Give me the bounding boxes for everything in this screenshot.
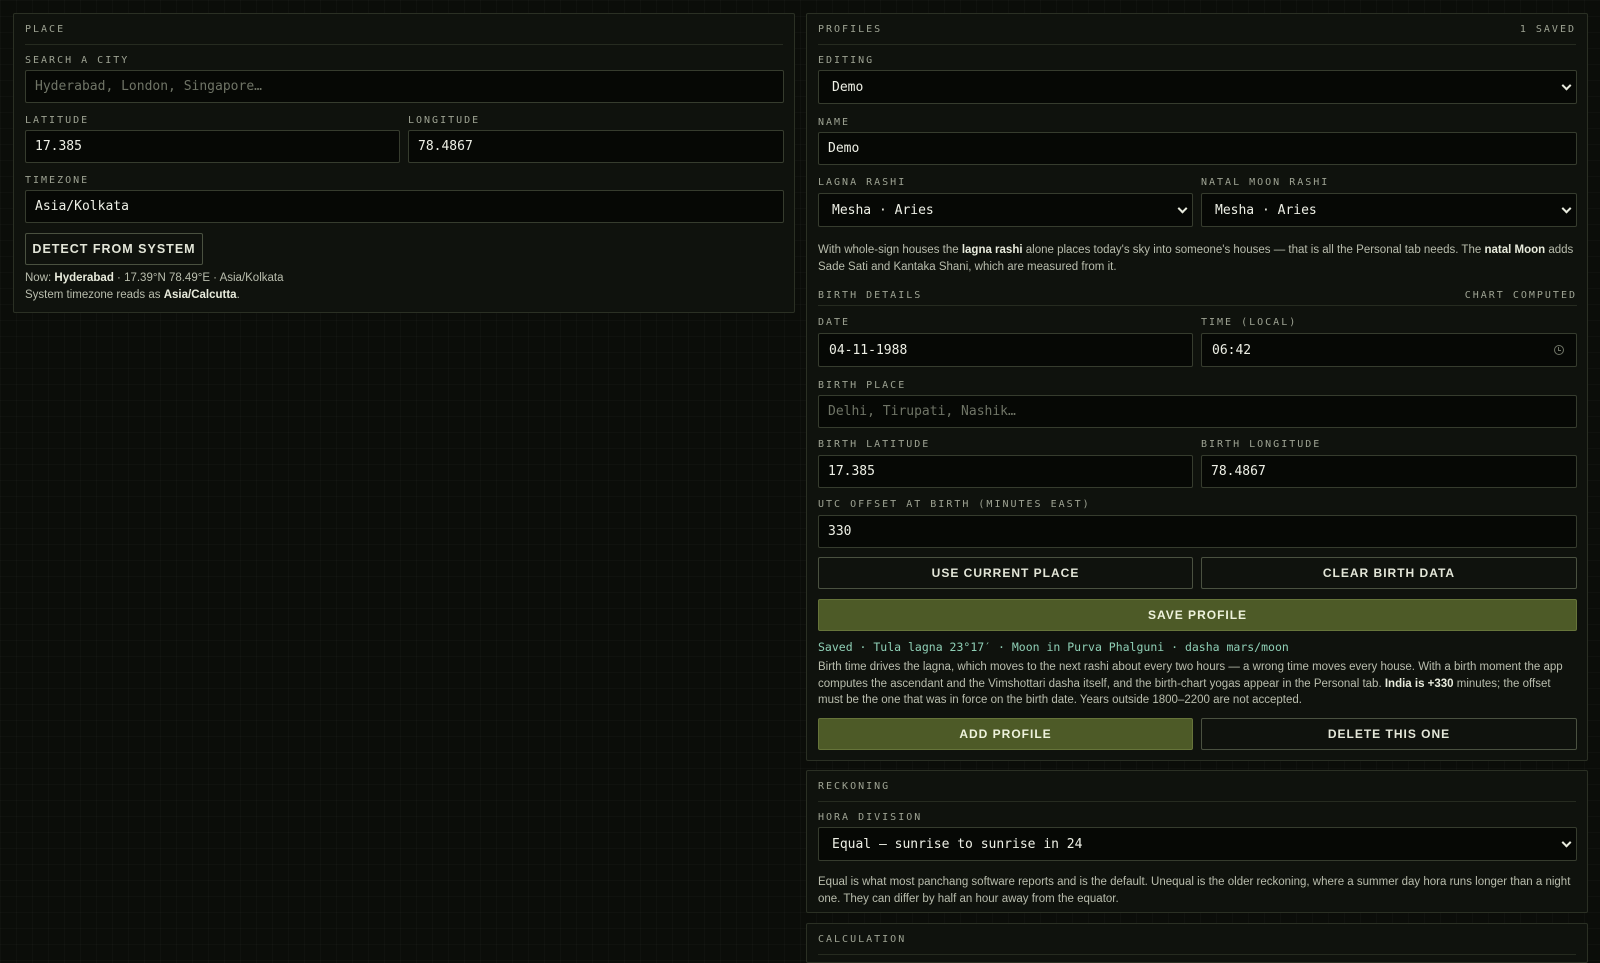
clear-birth-data-button[interactable]: CLEAR BIRTH DATA (1201, 557, 1577, 589)
lagna-rashi-label: LAGNA RASHI (818, 177, 907, 188)
utc-offset-input[interactable]: 330 (818, 515, 1577, 548)
chart-status: CHART COMPUTED (1464, 290, 1577, 301)
birth-longitude-input[interactable]: 78.4867 (1201, 455, 1577, 488)
natal-moon-rashi-value: Mesha · Aries (1215, 202, 1317, 218)
profiles-title: PROFILES (818, 23, 883, 35)
use-current-place-button[interactable]: USE CURRENT PLACE (818, 557, 1193, 589)
editing-label: EDITING (818, 55, 875, 66)
birth-latitude-input[interactable]: 17.385 (818, 455, 1193, 488)
save-profile-button[interactable]: SAVE PROFILE (818, 599, 1577, 631)
birth-details-title: BIRTH DETAILS (818, 290, 923, 301)
time-value: 06:42 (1212, 342, 1252, 358)
date-label: DATE (818, 317, 851, 328)
birth-latitude-label: BIRTH LATITUDE (818, 439, 931, 450)
hora-division-label: HORA DIVISION (818, 812, 923, 823)
natal-moon-rashi-select[interactable]: Mesha · Aries (1201, 193, 1577, 227)
delete-profile-button[interactable]: DELETE THIS ONE (1201, 718, 1577, 750)
longitude-label: LONGITUDE (408, 115, 481, 126)
latitude-label: LATITUDE (25, 115, 90, 126)
place-panel: PLACE SEARCH A CITY LATITUDE 17.385 LONG… (13, 13, 795, 313)
chevron-down-icon (1561, 80, 1572, 91)
birth-place-input[interactable] (818, 395, 1577, 428)
time-input[interactable]: 06:42 (1201, 333, 1577, 367)
birth-details-header: BIRTH DETAILS CHART COMPUTED (818, 286, 1577, 306)
search-city-input[interactable] (25, 70, 784, 103)
longitude-input[interactable]: 78.4867 (408, 130, 784, 163)
editing-select[interactable]: Demo (818, 70, 1577, 104)
natal-moon-rashi-label: NATAL MOON RASHI (1201, 177, 1330, 188)
now-line: Now: Hyderabad · 17.39°N 78.49°E · Asia/… (25, 272, 284, 284)
latitude-input[interactable]: 17.385 (25, 130, 400, 163)
lagna-rashi-value: Mesha · Aries (832, 202, 934, 218)
clock-icon[interactable] (1554, 345, 1564, 355)
hora-division-value: Equal — sunrise to sunrise in 24 (832, 836, 1083, 852)
system-timezone-line: System timezone reads as Asia/Calcutta. (25, 288, 240, 301)
profiles-panel: PROFILES 1 SAVED EDITING Demo NAME Demo … (806, 13, 1588, 761)
birth-place-label: BIRTH PLACE (818, 380, 907, 391)
detect-from-system-button[interactable]: DETECT FROM SYSTEM (25, 233, 203, 265)
lagna-rashi-select[interactable]: Mesha · Aries (818, 193, 1193, 227)
hora-division-select[interactable]: Equal — sunrise to sunrise in 24 (818, 827, 1577, 861)
place-header: PLACE (25, 14, 783, 45)
timezone-label: TIMEZONE (25, 175, 90, 186)
rashi-help-text: With whole-sign houses the lagna rashi a… (818, 244, 1574, 273)
editing-select-value: Demo (832, 79, 864, 95)
birth-time-help-text: Birth time drives the lagna, which moves… (818, 661, 1563, 706)
date-input[interactable]: 04-11-1988 (818, 333, 1193, 367)
name-input[interactable]: Demo (818, 132, 1577, 165)
add-profile-button[interactable]: ADD PROFILE (818, 718, 1193, 750)
reckoning-header: RECKONING (818, 771, 1576, 802)
saved-status: Saved · Tula lagna 23°17′ · Moon in Purv… (818, 640, 1289, 654)
calculation-title: CALCULATION (818, 933, 907, 945)
utc-offset-label: UTC OFFSET AT BIRTH (MINUTES EAST) (818, 499, 1091, 510)
time-label: TIME (LOCAL) (1201, 317, 1298, 328)
chevron-down-icon (1177, 203, 1188, 214)
birth-longitude-label: BIRTH LONGITUDE (1201, 439, 1322, 450)
calculation-header: CALCULATION (818, 924, 1576, 955)
name-label: NAME (818, 117, 851, 128)
reckoning-title: RECKONING (818, 780, 891, 792)
reckoning-panel: RECKONING HORA DIVISION Equal — sunrise … (806, 770, 1588, 913)
place-title: PLACE (25, 23, 66, 35)
chevron-down-icon (1561, 203, 1572, 214)
hora-help-text: Equal is what most panchang software rep… (818, 876, 1571, 905)
place-status: Now: Hyderabad · 17.39°N 78.49°E · Asia/… (25, 270, 785, 303)
profiles-header: PROFILES 1 SAVED (818, 14, 1576, 45)
chevron-down-icon (1561, 837, 1572, 848)
profiles-count: 1 SAVED (1519, 23, 1576, 35)
calculation-panel: CALCULATION (806, 923, 1588, 963)
search-city-label: SEARCH A CITY (25, 55, 130, 66)
timezone-input[interactable]: Asia/Kolkata (25, 190, 784, 223)
